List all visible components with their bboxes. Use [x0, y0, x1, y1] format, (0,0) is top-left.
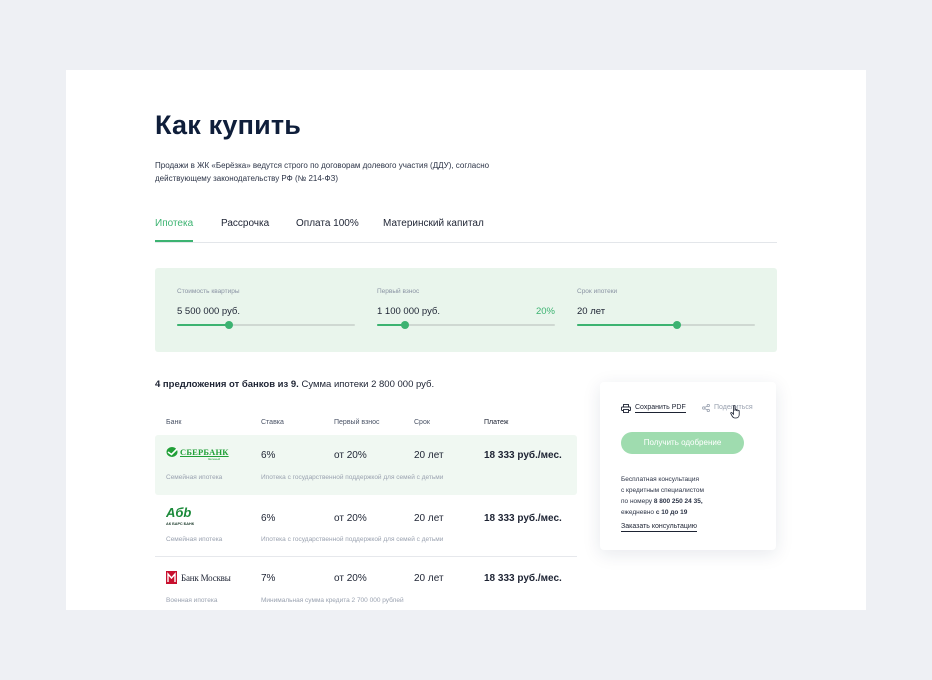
offers-summary: 4 предложения от банков из 9. Сумма ипот… — [155, 379, 434, 390]
offer-row[interactable]: Aбb АК БАРС БАНК 6% от 20% 20 лет 18 333… — [155, 497, 577, 557]
svg-text:Aбb: Aбb — [166, 506, 191, 520]
mortgage-calculator: Стоимость квартиры 5 500 000 руб. Первый… — [155, 268, 777, 352]
sberbank-logo: Зеленый СБЕРБАНК — [166, 446, 228, 461]
hand-cursor-icon — [730, 405, 740, 419]
term-slider[interactable] — [577, 321, 755, 329]
col-term: Срок — [414, 419, 430, 426]
tab-mortgage[interactable]: Ипотека — [155, 218, 193, 229]
share-link[interactable]: Поделиться — [702, 403, 753, 412]
col-down-payment: Первый взнос — [334, 419, 380, 426]
col-payment: Платеж — [484, 419, 509, 426]
bank-moskvy-logo-graphic — [166, 571, 177, 584]
offer-rate: 7% — [261, 573, 276, 584]
tab-maternity-capital[interactable]: Материнский капитал — [383, 218, 484, 229]
consult-hours-prefix: ежедневно — [621, 509, 656, 516]
offer-program: Семейная ипотека — [166, 474, 223, 481]
page-title: Как купить — [155, 110, 302, 140]
price-slider[interactable] — [177, 321, 355, 329]
bank-moskvy-logo: Банк Москвы — [166, 571, 231, 585]
offer-payment: 18 333 руб./мес. — [484, 573, 562, 584]
offer-rate: 6% — [261, 450, 276, 461]
intro-line-2: действующему законодательству РФ (№ 214-… — [155, 174, 339, 183]
ak-bars-logo: Aбb АК БАРС БАНК — [166, 506, 200, 526]
offer-payment: 18 333 руб./мес. — [484, 513, 562, 524]
col-bank: Банк — [166, 419, 182, 426]
share-icon — [702, 403, 710, 412]
offer-note: Ипотека с государственной поддержкой для… — [261, 536, 444, 543]
consult-phone: 8 800 250 24 35, — [653, 498, 703, 505]
consult-phone-prefix: по номеру — [621, 498, 654, 505]
offer-rate: 6% — [261, 513, 276, 524]
get-approval-button[interactable]: Получить одобрение — [621, 432, 744, 454]
offer-row[interactable]: Зеленый СБЕРБАНК 6% от 20% 20 лет 18 333… — [155, 435, 577, 495]
price-label: Стоимость квартиры — [177, 288, 240, 295]
price-value: 5 500 000 руб. — [177, 306, 241, 317]
mortgage-actions-panel: Сохранить PDF Поделиться Получить одобре… — [600, 382, 776, 550]
offer-note: Ипотека с государственной поддержкой для… — [261, 474, 444, 481]
term-slider-group: Срок ипотеки 20 лет — [577, 288, 755, 329]
svg-text:Зеленый: Зеленый — [208, 457, 221, 461]
term-label: Срок ипотеки — [577, 288, 618, 295]
tab-full-payment[interactable]: Оплата 100% — [296, 218, 359, 229]
ak-bars-wordmark: АК БАРС БАНК — [166, 522, 195, 526]
down-payment-slider[interactable] — [377, 321, 555, 329]
offer-program: Военная ипотека — [166, 597, 218, 604]
consult-line-1: Бесплатная консультация — [621, 476, 699, 483]
offer-note: Минимальная сумма кредита 2 700 000 рубл… — [261, 597, 404, 604]
intro-text: Продажи в ЖК «Берёзка» ведутся строго по… — [155, 159, 545, 185]
payment-tabs: Ипотека Рассрочка Оплата 100% Матерински… — [155, 210, 777, 243]
term-value: 20 лет — [577, 306, 606, 317]
price-slider-fill — [177, 324, 229, 326]
tab-installment[interactable]: Рассрочка — [221, 218, 269, 229]
down-payment-value-row: 1 100 000 руб. 20% — [377, 306, 555, 317]
offer-row[interactable]: Банк Москвы 7% от 20% 20 лет 18 333 руб.… — [155, 558, 577, 610]
offer-program: Семейная ипотека — [166, 536, 223, 543]
order-consultation-link[interactable]: Заказать консультацию — [621, 522, 698, 532]
down-payment-slider-thumb[interactable] — [401, 321, 410, 329]
term-slider-fill — [577, 324, 677, 326]
offer-down-payment: от 20% — [334, 513, 367, 524]
down-payment-value: 1 100 000 руб. — [377, 306, 441, 317]
bank-moskvy-wordmark: Банк Москвы — [181, 573, 231, 583]
term-slider-thumb[interactable] — [672, 321, 681, 329]
offer-term: 20 лет — [414, 450, 444, 461]
mortgage-amount: Сумма ипотеки 2 800 000 руб. — [298, 379, 435, 390]
offer-down-payment: от 20% — [334, 573, 367, 584]
content-card: Как купить Продажи в ЖК «Берёзка» ведутс… — [66, 70, 866, 610]
consult-line-3: по номеру 8 800 250 24 35, — [621, 496, 761, 507]
printer-icon — [621, 403, 631, 413]
down-payment-slider-group: Первый взнос 1 100 000 руб. 20% — [377, 288, 555, 329]
offer-term: 20 лет — [414, 573, 444, 584]
offer-payment: 18 333 руб./мес. — [484, 450, 562, 461]
save-pdf-label: Сохранить PDF — [635, 404, 686, 413]
intro-line-1: Продажи в ЖК «Берёзка» ведутся строго по… — [155, 161, 490, 170]
down-payment-label: Первый взнос — [377, 288, 420, 295]
consult-line-2: с кредитным специалистом — [621, 487, 704, 494]
consult-line-4: ежедневно с 10 до 19 — [621, 507, 761, 518]
row-divider — [155, 556, 577, 557]
consultation-info: Бесплатная консультация с кредитным спец… — [621, 474, 761, 518]
save-pdf-link[interactable]: Сохранить PDF — [621, 403, 686, 413]
offers-count: 4 предложения от банков из 9. — [155, 379, 299, 390]
active-tab-indicator — [155, 240, 193, 242]
down-payment-percent: 20% — [535, 306, 555, 317]
consult-hours: с 10 до 19 — [655, 509, 688, 516]
sberbank-wordmark: СБЕРБАНК — [180, 447, 229, 457]
price-slider-thumb[interactable] — [224, 321, 233, 329]
price-slider-group: Стоимость квартиры 5 500 000 руб. — [177, 288, 355, 329]
offer-down-payment: от 20% — [334, 450, 367, 461]
offers-table-header: Банк Ставка Первый взнос Срок Платеж — [155, 419, 577, 433]
col-rate: Ставка — [261, 419, 284, 426]
offer-term: 20 лет — [414, 513, 444, 524]
